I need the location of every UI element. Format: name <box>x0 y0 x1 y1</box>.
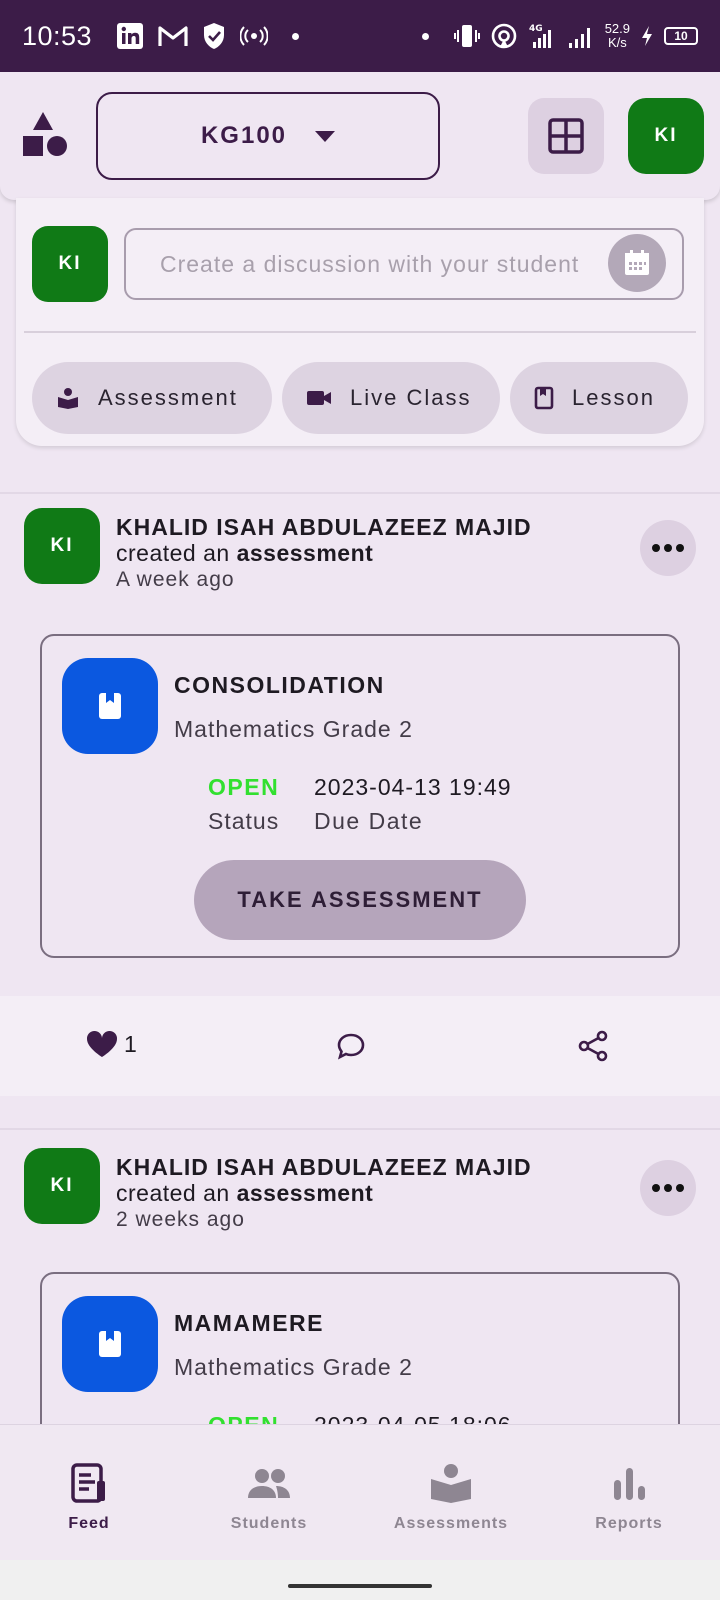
bottom-navigation: Feed Students Assessments Reports <box>0 1424 720 1560</box>
class-name: KG100 <box>200 122 288 149</box>
network-speed: 52.9 K/s <box>604 21 630 50</box>
more-horizontal-icon <box>652 544 684 552</box>
assessment-book-icon <box>431 1464 471 1503</box>
battery-icon: 10 <box>664 27 698 45</box>
post-action: created an assessment <box>116 540 374 566</box>
system-gesture-area <box>0 1560 720 1600</box>
profile-avatar[interactable]: KI <box>628 98 704 174</box>
assessment-title: MAMAMERE <box>174 1310 324 1336</box>
hotspot-icon <box>240 26 269 46</box>
divider <box>0 1128 720 1130</box>
assessment-book-icon <box>58 388 78 409</box>
nav-feed[interactable]: Feed <box>14 1461 164 1533</box>
wifi-icon <box>491 23 516 49</box>
vibrate-icon <box>453 25 480 47</box>
notification-dot-icon <box>421 32 429 40</box>
assessment-book-tile <box>62 658 158 754</box>
assessment-card[interactable]: MAMAMERE Mathematics Grade 2 OPEN 2023-0… <box>40 1272 680 1424</box>
people-icon <box>248 1469 290 1498</box>
heart-icon <box>86 1030 118 1057</box>
take-assessment-button[interactable]: TAKE ASSESSMENT <box>194 860 526 940</box>
nav-students[interactable]: Students <box>194 1461 344 1533</box>
signal-icon <box>568 28 590 48</box>
feed-post: KI KHALID ISAH ABDULAZEEZ MAJID created … <box>0 1132 720 1424</box>
assessment-book-tile <box>62 1296 158 1392</box>
more-horizontal-icon <box>652 1184 684 1192</box>
feed-icon <box>71 1463 105 1503</box>
grid-icon <box>548 118 584 154</box>
gmail-icon <box>158 26 188 46</box>
assessment-subject: Mathematics Grade 2 <box>174 1354 413 1380</box>
top-app-bar: KG100 KI <box>0 72 720 200</box>
bookmark-book-icon <box>99 1331 121 1357</box>
discussion-composer: KI Create a discussion with your student… <box>16 198 704 446</box>
signal-4g-icon: 4G <box>529 24 551 48</box>
post-timestamp: A week ago <box>116 568 235 591</box>
status-time: 10:53 <box>22 20 93 51</box>
lesson-chip[interactable]: Lesson <box>510 362 688 434</box>
status-label: Status <box>208 808 280 834</box>
nav-reports[interactable]: Reports <box>554 1461 704 1533</box>
due-date-value: 2023-04-05 18:06 <box>314 1412 512 1424</box>
assessment-title: CONSOLIDATION <box>174 672 385 698</box>
chevron-down-icon <box>315 130 336 142</box>
avatar: KI <box>32 226 108 302</box>
grid-view-button[interactable] <box>528 98 604 174</box>
status-value: OPEN <box>208 1412 279 1424</box>
author-avatar[interactable]: KI <box>24 508 100 584</box>
assessment-subject: Mathematics Grade 2 <box>174 716 413 742</box>
post-actions-row: 1 <box>0 996 720 1096</box>
post-author[interactable]: KHALID ISAH ABDULAZEEZ MAJID <box>116 1154 532 1181</box>
assessment-chip[interactable]: Assessment <box>32 362 272 434</box>
gesture-handle[interactable] <box>288 1584 432 1588</box>
status-value: OPEN <box>208 774 280 800</box>
post-timestamp: 2 weeks ago <box>116 1208 245 1231</box>
calendar-icon <box>625 250 649 275</box>
linkedin-icon <box>117 23 144 49</box>
bookmark-book-icon <box>99 693 121 719</box>
live-class-chip[interactable]: Live Class <box>282 362 500 434</box>
book-icon <box>534 386 554 410</box>
discussion-placeholder: Create a discussion with your student <box>160 250 580 277</box>
bar-chart-icon <box>614 1468 645 1500</box>
share-icon[interactable] <box>578 1030 608 1062</box>
notification-dot-icon <box>292 32 300 40</box>
post-action: created an assessment <box>116 1180 374 1206</box>
like-button[interactable]: 1 <box>86 1030 137 1058</box>
feed-post: KI KHALID ISAH ABDULAZEEZ MAJID created … <box>0 494 720 1096</box>
status-bar: 10:53 4G 52.9 K/s 10 <box>0 0 720 72</box>
post-author[interactable]: KHALID ISAH ABDULAZEEZ MAJID <box>116 514 532 541</box>
more-options-button[interactable] <box>640 520 696 576</box>
more-options-button[interactable] <box>640 1160 696 1216</box>
due-date-label: Due Date <box>314 808 424 834</box>
nav-assessments[interactable]: Assessments <box>376 1461 526 1533</box>
app-logo-icon[interactable] <box>22 110 68 160</box>
shield-icon <box>204 23 225 49</box>
divider <box>24 331 696 333</box>
due-date-value: 2023-04-13 19:49 <box>314 774 512 800</box>
like-count: 1 <box>124 1030 137 1057</box>
assessment-card[interactable]: CONSOLIDATION Mathematics Grade 2 OPEN S… <box>40 634 680 958</box>
video-camera-icon <box>307 391 331 405</box>
class-selector-dropdown[interactable]: KG100 <box>96 92 440 180</box>
discussion-input[interactable]: Create a discussion with your student <box>124 228 684 300</box>
svg-text:4G: 4G <box>529 24 543 34</box>
calendar-button[interactable] <box>608 234 666 292</box>
charging-icon <box>642 26 652 46</box>
comment-icon[interactable] <box>336 1032 366 1060</box>
author-avatar[interactable]: KI <box>24 1148 100 1224</box>
